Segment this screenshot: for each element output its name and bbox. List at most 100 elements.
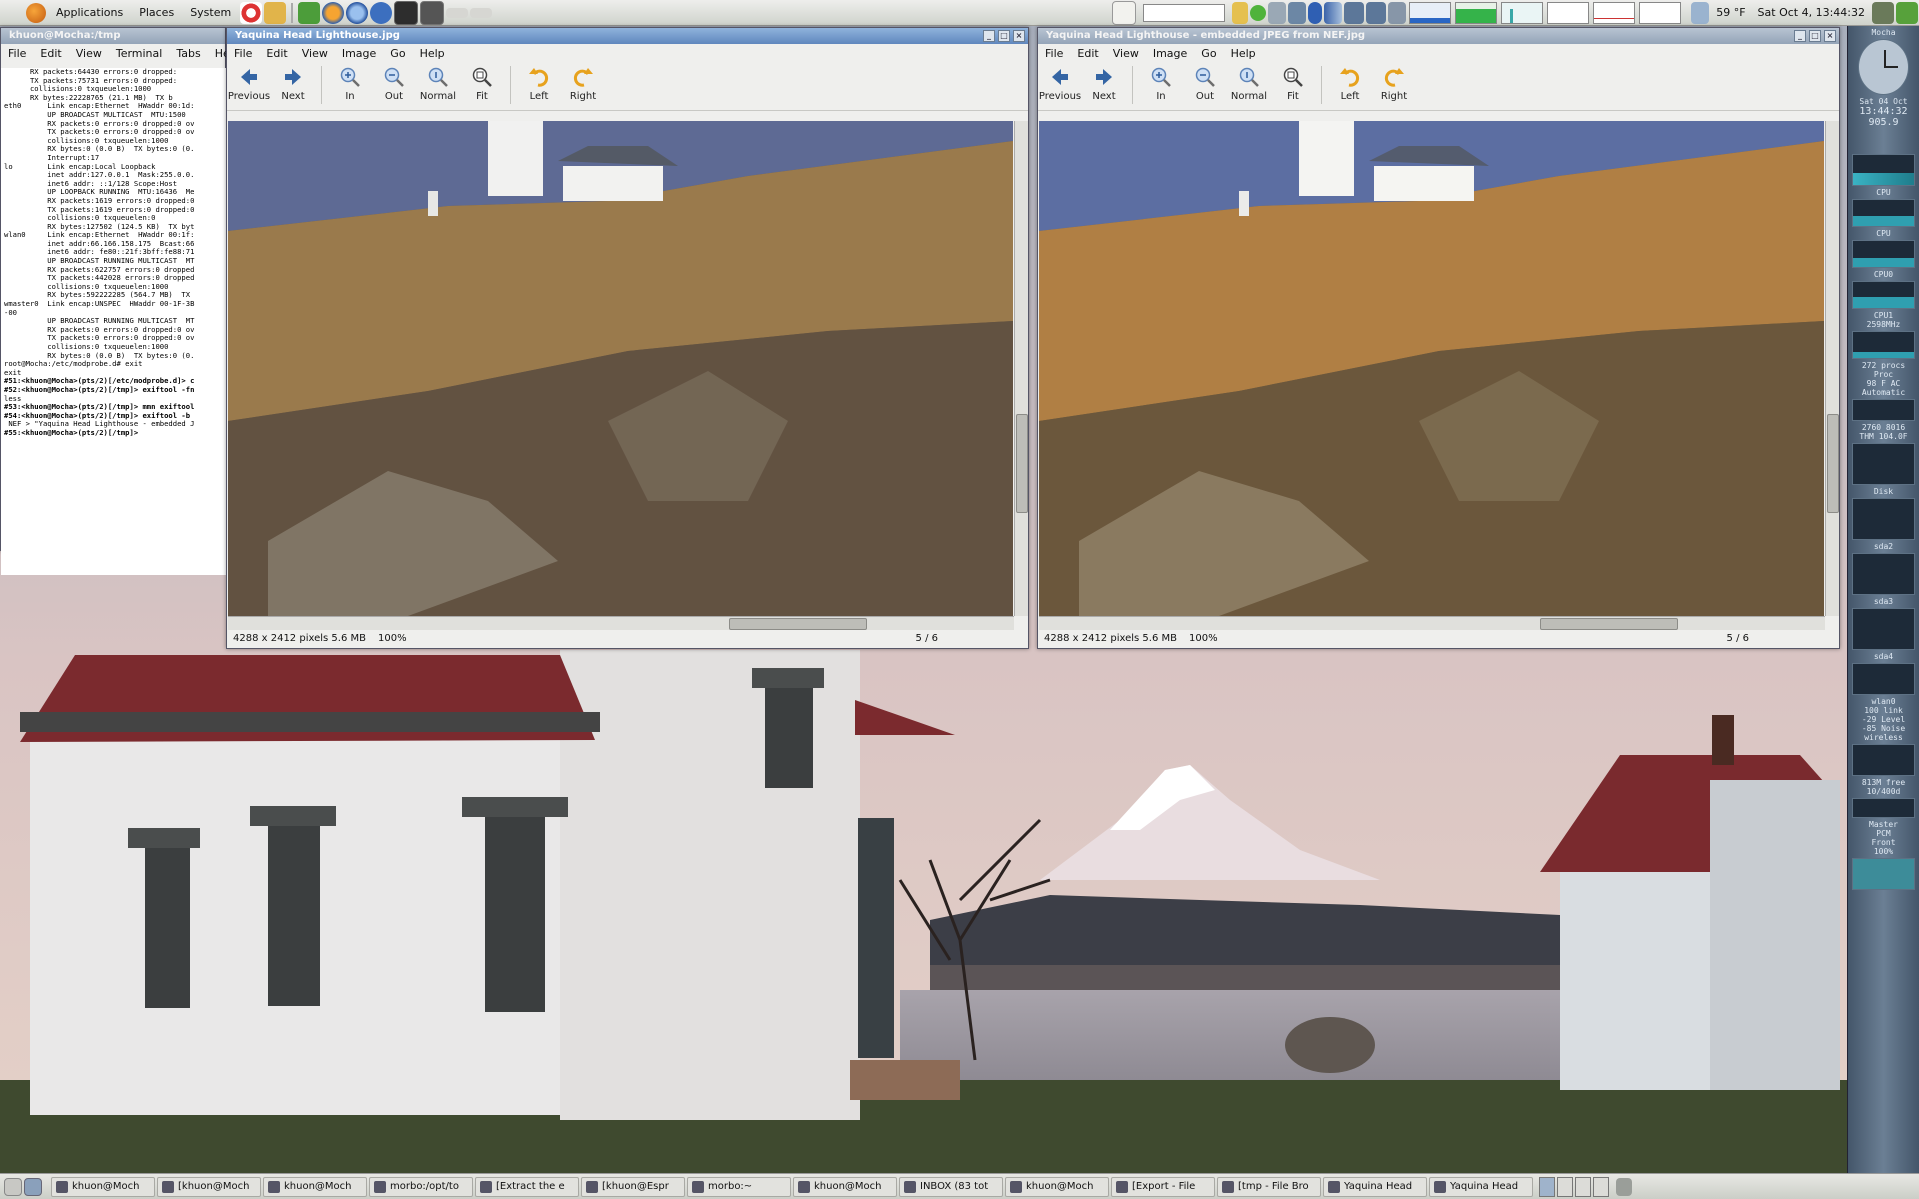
viewer-right-horizontal-scroll-thumb[interactable] (1540, 618, 1678, 630)
keys-icon[interactable] (264, 1, 287, 24)
system-monitor-icon[interactable] (420, 0, 445, 25)
gnome-foot-icon[interactable] (26, 2, 46, 23)
rotate-left-button[interactable]: Left (1328, 66, 1372, 102)
network-manager-icon[interactable] (1344, 1, 1365, 24)
drive-2-icon[interactable] (470, 7, 493, 18)
minimize-button[interactable]: _ (1794, 30, 1806, 42)
terminal-menu-edit[interactable]: Edit (33, 47, 68, 60)
viewer-left-image[interactable] (228, 121, 1013, 616)
applications-menu[interactable]: Applications (48, 6, 131, 19)
lock-icon[interactable] (1232, 1, 1249, 24)
taskbar-button[interactable]: [khuon@Espr (581, 1176, 685, 1197)
taskbar-button[interactable]: khuon@Moch (1005, 1176, 1109, 1197)
close-button[interactable]: × (1013, 30, 1025, 42)
terminal-window[interactable]: khuon@Mocha:/tmp File Edit View Terminal… (0, 27, 240, 575)
viewer-right-horizontal-scrollbar[interactable] (1039, 616, 1825, 630)
workspace-3[interactable] (1575, 1176, 1591, 1197)
zoom-normal-button[interactable]: Normal (416, 66, 460, 102)
taskbar-button[interactable]: [khuon@Moch (157, 1176, 261, 1197)
taskbar-button[interactable]: [tmp - File Bro (1217, 1176, 1321, 1197)
show-desktop-icon[interactable] (4, 1177, 22, 1196)
workspace-2[interactable] (1557, 1176, 1573, 1197)
swap-load-graph[interactable] (1547, 1, 1590, 24)
previous-button[interactable]: Previous (227, 66, 271, 102)
network-status-icon[interactable] (1268, 1, 1287, 24)
cpu-load-graph[interactable] (1409, 1, 1452, 24)
viewer-left-menu-help[interactable]: Help (413, 47, 452, 60)
wifi-signal-icon[interactable] (1324, 1, 1343, 24)
drive-icon[interactable] (446, 7, 469, 18)
weather-icon[interactable] (1691, 1, 1710, 24)
viewer-left-horizontal-scroll-thumb[interactable] (729, 618, 867, 630)
notes-icon[interactable] (1112, 0, 1137, 25)
rotate-left-button[interactable]: Left (517, 66, 561, 102)
terminal-icon[interactable] (394, 0, 419, 25)
viewer-right-vertical-scroll-thumb[interactable] (1827, 414, 1839, 513)
gk-media-controls[interactable] (1852, 798, 1915, 818)
rotate-right-button[interactable]: Right (561, 66, 605, 102)
close-button[interactable]: × (1824, 30, 1836, 42)
zoom-in-button[interactable]: In (328, 66, 372, 102)
net-load-graph[interactable] (1501, 1, 1544, 24)
bluetooth-icon[interactable] (1308, 1, 1323, 24)
viewer-left-menu-edit[interactable]: Edit (259, 47, 294, 60)
display-icon[interactable] (1288, 1, 1307, 24)
zoom-out-button[interactable]: Out (372, 66, 416, 102)
terminal-menu-tabs[interactable]: Tabs (169, 47, 207, 60)
viewer-right-titlebar[interactable]: Yaquina Head Lighthouse - embedded JPEG … (1038, 28, 1839, 44)
zoom-fit-button[interactable]: Fit (460, 66, 504, 102)
workspace-1[interactable] (1539, 1176, 1555, 1197)
thunderbird-icon[interactable] (346, 1, 369, 24)
system-menu[interactable]: System (182, 6, 239, 19)
viewer-right-image[interactable] (1039, 121, 1824, 616)
places-menu[interactable]: Places (131, 6, 182, 19)
viewer-left-vertical-scrollbar[interactable] (1014, 121, 1028, 616)
workspace-pager[interactable] (1538, 1176, 1610, 1197)
gkrellm-monitor[interactable]: Mocha Sat 04 Oct 13:44:32 905.9 CPU CPU … (1847, 26, 1919, 1173)
panel-search-field[interactable] (1143, 3, 1226, 22)
volume-icon[interactable] (1388, 1, 1407, 24)
viewer-left-menu-view[interactable]: View (295, 47, 335, 60)
taskbar-button[interactable]: morbo:~ (687, 1176, 791, 1197)
green-status-icon[interactable] (1250, 4, 1267, 21)
viewer-right-menu-view[interactable]: View (1106, 47, 1146, 60)
taskbar-button[interactable]: morbo:/opt/to (369, 1176, 473, 1197)
next-button[interactable]: Next (271, 66, 315, 102)
viewer-left-titlebar[interactable]: Yaquina Head Lighthouse.jpg _ □ × (227, 28, 1028, 44)
taskbar-button[interactable]: INBOX (83 tot (899, 1176, 1003, 1197)
network-manager-2-icon[interactable] (1366, 1, 1387, 24)
image-viewer-right-window[interactable]: Yaquina Head Lighthouse - embedded JPEG … (1037, 27, 1840, 649)
maximize-button[interactable]: □ (1809, 30, 1821, 42)
taskbar-button[interactable]: khuon@Moch (51, 1176, 155, 1197)
taskbar-button[interactable]: [Extract the e (475, 1176, 579, 1197)
zoom-normal-button[interactable]: Normal (1227, 66, 1271, 102)
terminal-menu-file[interactable]: File (1, 47, 33, 60)
terminal-output[interactable]: RX packets:64430 errors:0 dropped: TX pa… (1, 68, 228, 575)
zoom-fit-button[interactable]: Fit (1271, 66, 1315, 102)
logout-icon[interactable] (1896, 1, 1918, 24)
workspace-4[interactable] (1593, 1176, 1609, 1197)
taskbar-button[interactable]: khuon@Moch (263, 1176, 367, 1197)
panel-clock[interactable]: Sat Oct 4, 13:44:32 (1752, 6, 1871, 19)
help-lifebuoy-icon[interactable] (240, 1, 263, 24)
viewer-left-menu-go[interactable]: Go (383, 47, 412, 60)
trash-icon[interactable] (1616, 1177, 1632, 1196)
zoom-out-button[interactable]: Out (1183, 66, 1227, 102)
viewer-left-menu-file[interactable]: File (227, 47, 259, 60)
viewer-left-menu-image[interactable]: Image (335, 47, 383, 60)
user-switcher-icon[interactable] (1872, 1, 1894, 24)
next-button[interactable]: Next (1082, 66, 1126, 102)
maintenance-icon[interactable] (298, 1, 321, 24)
workspace-icon[interactable] (24, 1177, 42, 1196)
minimize-button[interactable]: _ (983, 30, 995, 42)
previous-button[interactable]: Previous (1038, 66, 1082, 102)
terminal-menu-terminal[interactable]: Terminal (109, 47, 170, 60)
viewer-right-menu-go[interactable]: Go (1194, 47, 1223, 60)
network-globe-icon[interactable] (370, 1, 393, 24)
viewer-right-menu-image[interactable]: Image (1146, 47, 1194, 60)
taskbar-button[interactable]: Yaquina Head (1429, 1176, 1533, 1197)
image-viewer-left-window[interactable]: Yaquina Head Lighthouse.jpg _ □ × File E… (226, 27, 1029, 649)
taskbar-button[interactable]: khuon@Moch (793, 1176, 897, 1197)
weather-temperature[interactable]: 59 °F (1710, 6, 1751, 19)
maximize-button[interactable]: □ (998, 30, 1010, 42)
